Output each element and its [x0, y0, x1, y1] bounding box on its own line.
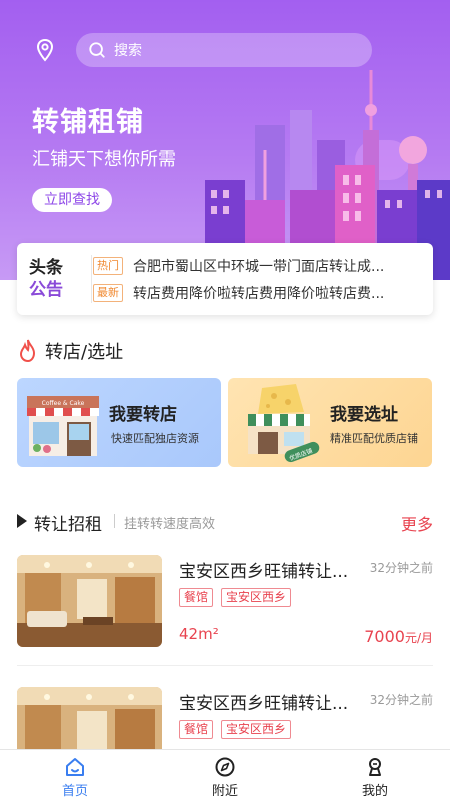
- logo-line2: 公告: [29, 280, 63, 300]
- announcement-card[interactable]: 头条 公告 热门 合肥市蜀山区中环城一带门面店转让成... 最新 转店费用降价啦…: [17, 243, 433, 315]
- listing-tags: 餐馆 宝安区西乡: [179, 720, 299, 739]
- fire-icon: [19, 339, 36, 363]
- location-icon[interactable]: [33, 38, 57, 62]
- district-tag: 宝安区西乡: [221, 720, 292, 739]
- listing-tags: 餐馆 宝安区西乡: [179, 588, 299, 607]
- transfer-shop-card[interactable]: Coffee & Cake 我要转店 快速匹配独店资源: [17, 378, 221, 467]
- district-tag: 宝安区西乡: [221, 588, 292, 607]
- search-bar[interactable]: 搜索: [76, 33, 372, 67]
- card-title: 我要选址: [330, 405, 398, 425]
- price-unit: 元/月: [404, 631, 433, 645]
- listing-time: 32分钟之前: [369, 693, 433, 707]
- hero-title: 转铺租铺: [32, 107, 144, 138]
- hero-banner: 搜索 转铺租铺 汇铺天下想你所需 立即查找: [0, 0, 450, 280]
- listing-title: 宝安区西乡旺铺转让...: [179, 694, 349, 714]
- card-subtitle: 快速匹配独店资源: [111, 432, 199, 445]
- section-subtitle: 挂转转速度高效: [124, 517, 216, 532]
- more-link[interactable]: 更多: [401, 511, 433, 535]
- headline-logo: 头条 公告: [29, 257, 77, 301]
- tab-label: 附近: [211, 784, 238, 799]
- tab-profile[interactable]: 我的: [300, 750, 450, 800]
- section-header-listings: 转让招租 挂转转速度高效 更多: [17, 510, 433, 535]
- hot-tag: 热门: [93, 257, 123, 275]
- price-value: 7000: [364, 627, 405, 646]
- cheese-shop-illustration: 优质店铺: [248, 384, 320, 462]
- section-header-transfer: 转店/选址: [17, 338, 123, 364]
- new-tag: 最新: [93, 284, 123, 302]
- category-tag: 餐馆: [179, 720, 214, 739]
- search-placeholder: 搜索: [114, 43, 142, 59]
- divider: [91, 255, 92, 303]
- announcement-item[interactable]: 最新 转店费用降价啦转店费用降价啦转店费...: [93, 283, 423, 303]
- listing-price: 7000元/月: [364, 627, 433, 646]
- section-title: 转让招租: [34, 515, 102, 535]
- tab-nearby[interactable]: 附近: [150, 750, 300, 800]
- card-subtitle: 精准匹配优质店铺: [330, 432, 418, 445]
- announcement-text: 合肥市蜀山区中环城一带门面店转让成...: [133, 259, 385, 275]
- tab-label: 我的: [361, 784, 388, 799]
- announcement-text: 转店费用降价啦转店费用降价啦转店费...: [133, 286, 385, 302]
- hero-subtitle: 汇铺天下想你所需: [32, 149, 176, 170]
- logo-line1: 头条: [29, 258, 63, 278]
- triangle-icon: [17, 514, 27, 528]
- bottom-tab-bar: 首页 附近 我的: [0, 749, 450, 800]
- listing-thumbnail: [17, 555, 162, 647]
- site-selection-card[interactable]: 优质店铺 我要选址 精准匹配优质店铺: [228, 378, 432, 467]
- tab-label: 首页: [61, 784, 88, 799]
- section-title: 转店/选址: [45, 342, 124, 363]
- listing-title: 宝安区西乡旺铺转让...: [179, 562, 349, 582]
- user-icon: [369, 758, 381, 776]
- listing-item[interactable]: 宝安区西乡旺铺转让... 32分钟之前 餐馆 宝安区西乡 42m² 7000元/…: [17, 555, 433, 647]
- svg-text:Coffee & Cake: Coffee & Cake: [42, 400, 85, 407]
- find-now-button[interactable]: 立即查找: [32, 188, 112, 212]
- card-title: 我要转店: [109, 405, 177, 425]
- storefront-illustration: Coffee & Cake: [27, 396, 99, 456]
- search-icon: [89, 42, 105, 58]
- divider: [114, 514, 115, 528]
- tab-home[interactable]: 首页: [0, 750, 150, 800]
- listing-time: 32分钟之前: [369, 561, 433, 575]
- home-icon: [66, 758, 84, 776]
- divider: [17, 665, 433, 666]
- announcement-item[interactable]: 热门 合肥市蜀山区中环城一带门面店转让成...: [93, 256, 423, 276]
- category-tag: 餐馆: [179, 588, 214, 607]
- listing-area: 42m²: [179, 625, 219, 643]
- compass-icon: [215, 757, 235, 777]
